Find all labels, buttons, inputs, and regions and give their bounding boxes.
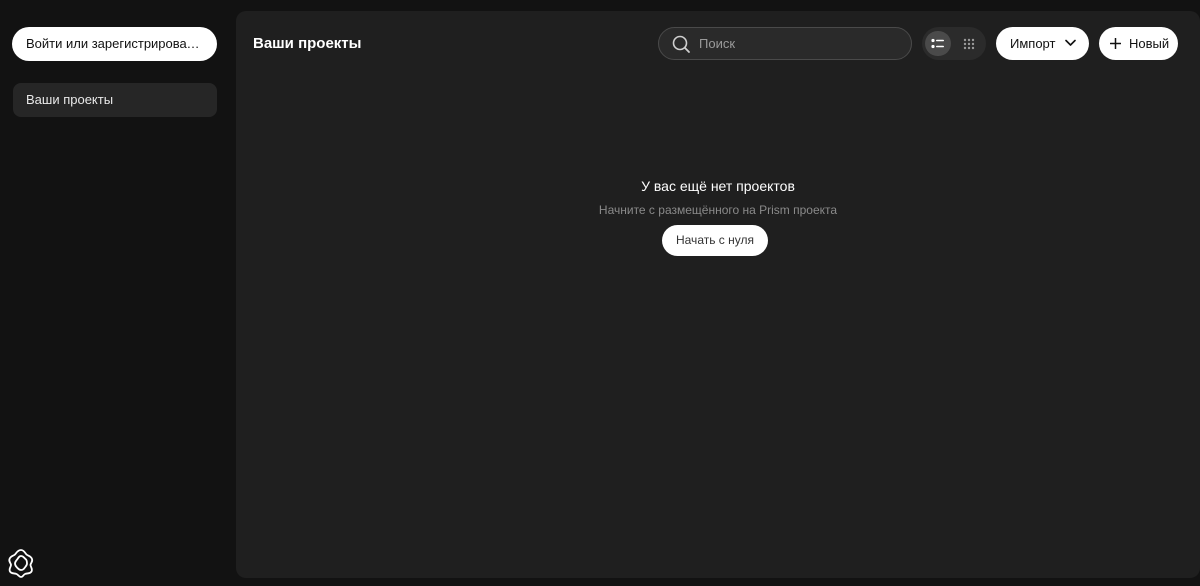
- empty-state-subtitle: Начните с размещённого на Prism проекта: [598, 203, 838, 217]
- search-input[interactable]: [699, 28, 899, 59]
- login-button[interactable]: Войти или зарегистрироваться: [12, 27, 217, 61]
- start-from-scratch-button[interactable]: Начать с нуля: [662, 225, 768, 256]
- new-label: Новый: [1129, 36, 1170, 51]
- search-icon: [672, 35, 690, 53]
- search-box[interactable]: [658, 27, 912, 60]
- import-label: Импорт: [1010, 36, 1056, 51]
- flower-settings-icon[interactable]: [4, 546, 38, 580]
- chevron-down-icon: [1065, 39, 1076, 46]
- import-dropdown-button[interactable]: Импорт: [996, 27, 1089, 60]
- page-title: Ваши проекты: [253, 35, 362, 52]
- view-toggle: [922, 27, 986, 60]
- new-project-button[interactable]: Новый: [1099, 27, 1178, 60]
- plus-icon: [1110, 38, 1121, 49]
- list-view-button[interactable]: [925, 31, 951, 56]
- sidebar: Войти или зарегистрироваться Ваши проект…: [0, 0, 230, 586]
- main-panel: Ваши проекты И: [236, 11, 1200, 578]
- grid-view-icon: [963, 38, 975, 49]
- empty-state-title: У вас ещё нет проектов: [641, 178, 795, 194]
- grid-view-button[interactable]: [956, 31, 982, 56]
- list-view-icon: [931, 38, 944, 48]
- sidebar-item-your-projects[interactable]: Ваши проекты: [13, 83, 217, 117]
